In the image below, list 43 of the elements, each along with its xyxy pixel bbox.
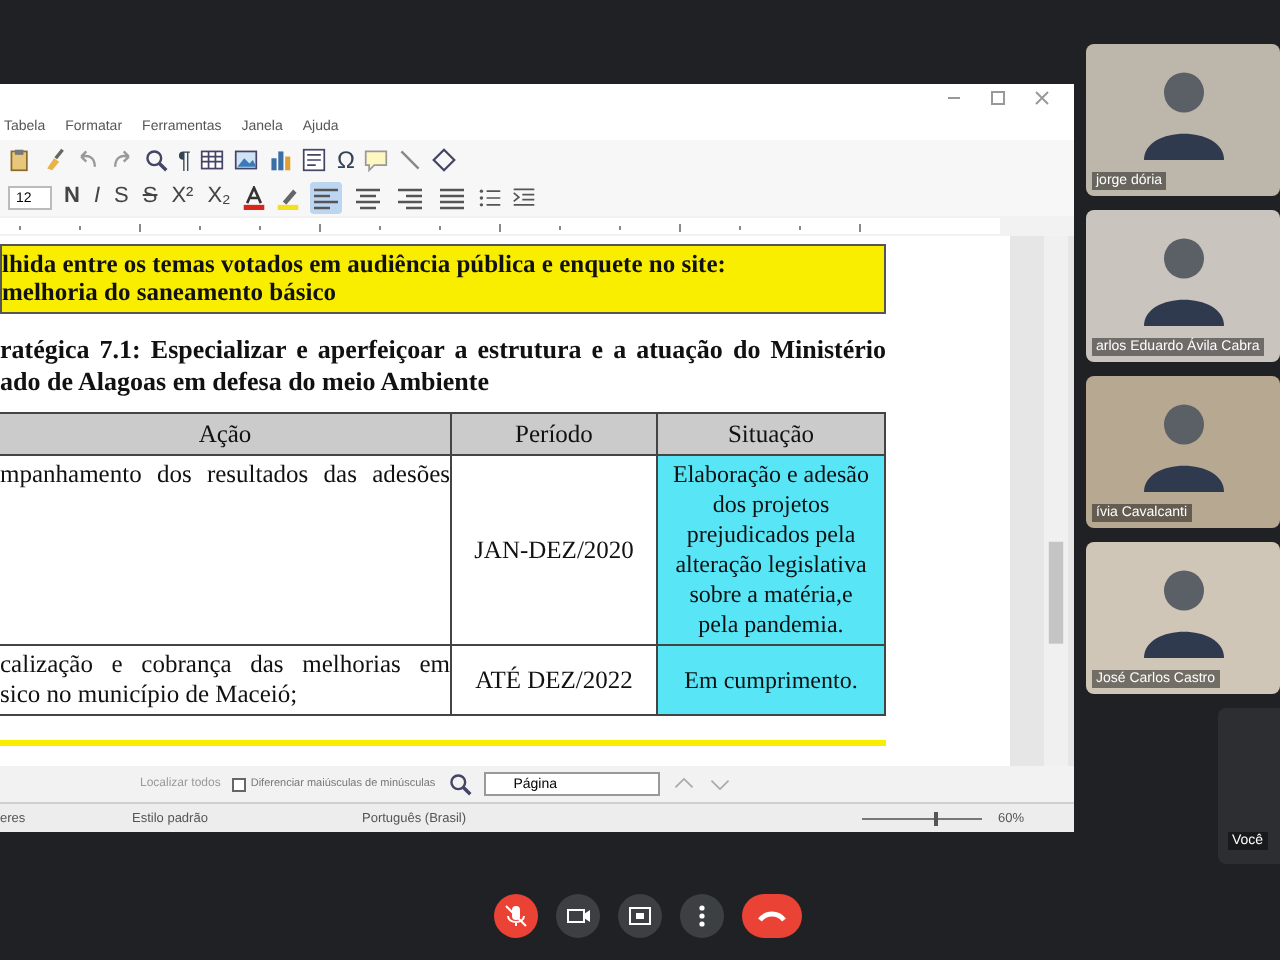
- diamond-icon[interactable]: [432, 147, 457, 171]
- bar-chart-icon[interactable]: [268, 147, 293, 171]
- section-heading: ratégica 7.1: Especializar e aperfeiçoar a estrutura e a atuação do Ministério ado de Alagoas em defesa do meio Ambiente: [0, 334, 886, 398]
- magnifier-icon[interactable]: [447, 772, 472, 796]
- undo-icon[interactable]: [76, 147, 100, 171]
- camera-button[interactable]: [556, 894, 600, 938]
- highlighted-paragraph: lhida entre os temas votados em audiência pública e enquete no site: melhoria do saneamento básico: [0, 244, 886, 314]
- table-cell: Elaboração e adesão dos projetos prejudicados pela alteração legislativa sobre a matéria,e pela pandemia.: [657, 455, 885, 645]
- clipboard-icon[interactable]: [8, 147, 32, 171]
- table-icon[interactable]: [200, 147, 225, 171]
- hang-up-button[interactable]: [742, 894, 802, 938]
- toolbar-button[interactable]: Ω: [336, 147, 355, 171]
- indent-icon[interactable]: [512, 185, 537, 209]
- checkbox[interactable]: [232, 777, 247, 791]
- microphone-button[interactable]: [494, 894, 538, 938]
- table-cell: calização e cobrança das melhorias em sico no município de Maceió;: [0, 645, 451, 715]
- format-button[interactable]: S: [112, 186, 131, 208]
- line-icon[interactable]: [398, 147, 423, 171]
- toolbar-button[interactable]: ¶: [178, 147, 191, 171]
- present-screen-button[interactable]: [618, 894, 662, 938]
- column-header: Período: [451, 413, 657, 455]
- format-button[interactable]: N: [62, 186, 82, 208]
- more-options-button[interactable]: [680, 894, 724, 938]
- brush-icon[interactable]: [42, 147, 66, 171]
- font-color-icon[interactable]: [242, 185, 267, 209]
- restore-icon[interactable]: [990, 90, 1006, 106]
- format-button[interactable]: S: [140, 186, 160, 208]
- align-button[interactable]: [310, 181, 343, 213]
- highlighter-icon[interactable]: [276, 185, 301, 209]
- bullet-list-icon[interactable]: [478, 185, 503, 209]
- text-box-icon[interactable]: [302, 147, 327, 171]
- magnifier-icon[interactable]: [144, 147, 168, 171]
- column-header: Ação: [0, 413, 451, 455]
- close-icon[interactable]: [1034, 90, 1050, 106]
- column-header: Situação: [657, 413, 885, 455]
- format-button[interactable]: X₂: [205, 186, 233, 208]
- image-icon[interactable]: [234, 147, 259, 171]
- table-cell: mpanhamento dos resultados das adesões: [0, 455, 451, 645]
- format-button[interactable]: I: [91, 186, 103, 208]
- redo-icon[interactable]: [110, 147, 134, 171]
- table-cell: Em cumprimento.: [657, 645, 885, 715]
- format-button[interactable]: X²: [169, 186, 196, 208]
- speech-bubble-icon[interactable]: [364, 147, 389, 171]
